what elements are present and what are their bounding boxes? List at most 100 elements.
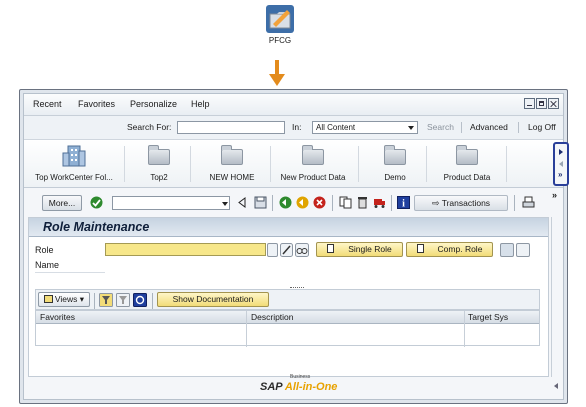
toolbar-overflow-icon[interactable]: » (552, 190, 557, 200)
divider (270, 146, 271, 182)
divider (391, 195, 392, 211)
grid-toolbar: Views ▾ Show Documentation (35, 287, 540, 310)
more-chevrons-icon[interactable]: » (558, 170, 562, 179)
nwbc-window: Recent Favorites Personalize Help Search… (19, 89, 569, 404)
menu-personalize[interactable]: Personalize (130, 99, 177, 109)
workcenter-new-product-data[interactable]: New Product Data (276, 144, 350, 182)
workcenter-top-folder[interactable]: Top WorkCenter Fol... (28, 144, 120, 182)
folder-icon (299, 144, 327, 168)
advanced-link[interactable]: Advanced (470, 122, 508, 132)
single-role-label: Single Role (348, 244, 392, 254)
cancel-icon[interactable] (313, 196, 326, 209)
col-description[interactable]: Description (251, 312, 294, 322)
transactions-icon: ⇨ (431, 198, 440, 208)
page-title: Role Maintenance (43, 220, 150, 234)
role-maintenance-panel: Role Maintenance Role Single Role Comp. … (28, 217, 549, 377)
show-documentation-button[interactable]: Show Documentation (157, 292, 269, 307)
divider (94, 293, 95, 309)
check-icon[interactable] (90, 196, 103, 209)
workcenter-label: Demo (384, 173, 406, 182)
col-target-sys[interactable]: Target Sys (468, 312, 508, 322)
delete-icon[interactable] (356, 196, 369, 209)
back-triangle-icon[interactable] (236, 196, 249, 209)
role-label: Role (35, 245, 54, 255)
divider (461, 122, 462, 133)
chevron-down-icon (408, 126, 414, 130)
workcenter-label: Top WorkCenter Fol... (35, 173, 113, 182)
scroll-left-icon[interactable] (559, 161, 563, 167)
logoff-link[interactable]: Log Off (528, 122, 556, 132)
search-scope-select[interactable]: All Content (312, 121, 418, 134)
workcenter-new-home[interactable]: NEW HOME (202, 144, 262, 182)
info-icon[interactable]: i (397, 196, 410, 209)
role-menu-icon[interactable] (516, 243, 530, 257)
in-label: In: (292, 122, 302, 132)
more-button[interactable]: More... (42, 195, 82, 211)
building-icon (60, 144, 88, 168)
minimize-icon[interactable] (524, 98, 535, 109)
exit-icon[interactable] (296, 196, 309, 209)
workcenter-product-data[interactable]: Product Data (436, 144, 498, 182)
search-input[interactable] (177, 121, 285, 134)
menu-help[interactable]: Help (191, 99, 210, 109)
divider (464, 311, 465, 347)
back-icon[interactable] (279, 196, 292, 209)
document-icon (416, 244, 424, 253)
scroll-right-icon[interactable] (559, 149, 563, 155)
copy-icon[interactable] (339, 196, 352, 209)
divider (426, 146, 427, 182)
search-button[interactable]: Search (427, 122, 454, 132)
search-scope-value: All Content (316, 123, 356, 132)
chevron-down-icon[interactable] (222, 202, 228, 206)
display-glasses-icon[interactable] (295, 243, 309, 257)
down-arrow-icon (269, 60, 285, 86)
menu-bar: Recent Favorites Personalize Help (24, 94, 563, 116)
workcenter-top2[interactable]: Top2 (136, 144, 182, 182)
views-label: Views (54, 294, 78, 304)
value-help-icon[interactable] (267, 243, 278, 257)
filter-settings-icon[interactable] (116, 293, 130, 307)
business-label: Business (290, 374, 311, 380)
refresh-icon[interactable] (133, 293, 147, 307)
divider (152, 293, 153, 309)
other-role-icon[interactable] (500, 243, 514, 257)
save-icon[interactable] (254, 196, 267, 209)
edit-pencil-icon[interactable] (280, 243, 293, 257)
workcenter-label: Top2 (150, 173, 168, 182)
all-in-one-brand: All-in-One (284, 381, 338, 393)
folder-icon (381, 144, 409, 168)
splitter-handle[interactable] (290, 287, 304, 290)
sap-logo: SAP All-in-One (260, 381, 337, 393)
transactions-button[interactable]: ⇨ Transactions (414, 195, 508, 211)
menu-favorites[interactable]: Favorites (78, 99, 115, 109)
views-button[interactable]: Views ▾ (38, 292, 90, 307)
menu-recent[interactable]: Recent (33, 99, 62, 109)
divider (35, 272, 105, 273)
single-role-button[interactable]: Single Role (316, 242, 403, 257)
role-input[interactable] (105, 243, 266, 256)
col-favorites[interactable]: Favorites (40, 312, 75, 322)
divider (506, 146, 507, 182)
document-icon (327, 244, 335, 253)
workcenter-bar: Top WorkCenter Fol... Top2 NEW HOME New … (24, 140, 563, 188)
maximize-icon[interactable] (536, 98, 547, 109)
vertical-scrollbar[interactable] (551, 217, 560, 377)
close-icon[interactable] (548, 98, 559, 109)
pfcg-launcher[interactable]: PFCG (258, 4, 302, 45)
sap-brand: SAP (260, 381, 283, 393)
comp-role-button[interactable]: Comp. Role (406, 242, 493, 257)
divider (358, 146, 359, 182)
search-for-label: Search For: (127, 122, 172, 132)
filter-icon[interactable] (99, 293, 113, 307)
print-icon[interactable] (522, 196, 535, 209)
search-bar: Search For: In: All Content Search Advan… (24, 116, 563, 140)
transport-icon[interactable] (373, 196, 386, 209)
folder-icon (453, 144, 481, 168)
views-icon (43, 295, 53, 303)
resize-triangle-icon[interactable] (554, 383, 558, 389)
command-field[interactable] (112, 196, 230, 210)
divider (246, 311, 247, 347)
workcenter-demo[interactable]: Demo (372, 144, 418, 182)
divider (272, 195, 273, 211)
comp-role-label: Comp. Role (437, 244, 483, 254)
